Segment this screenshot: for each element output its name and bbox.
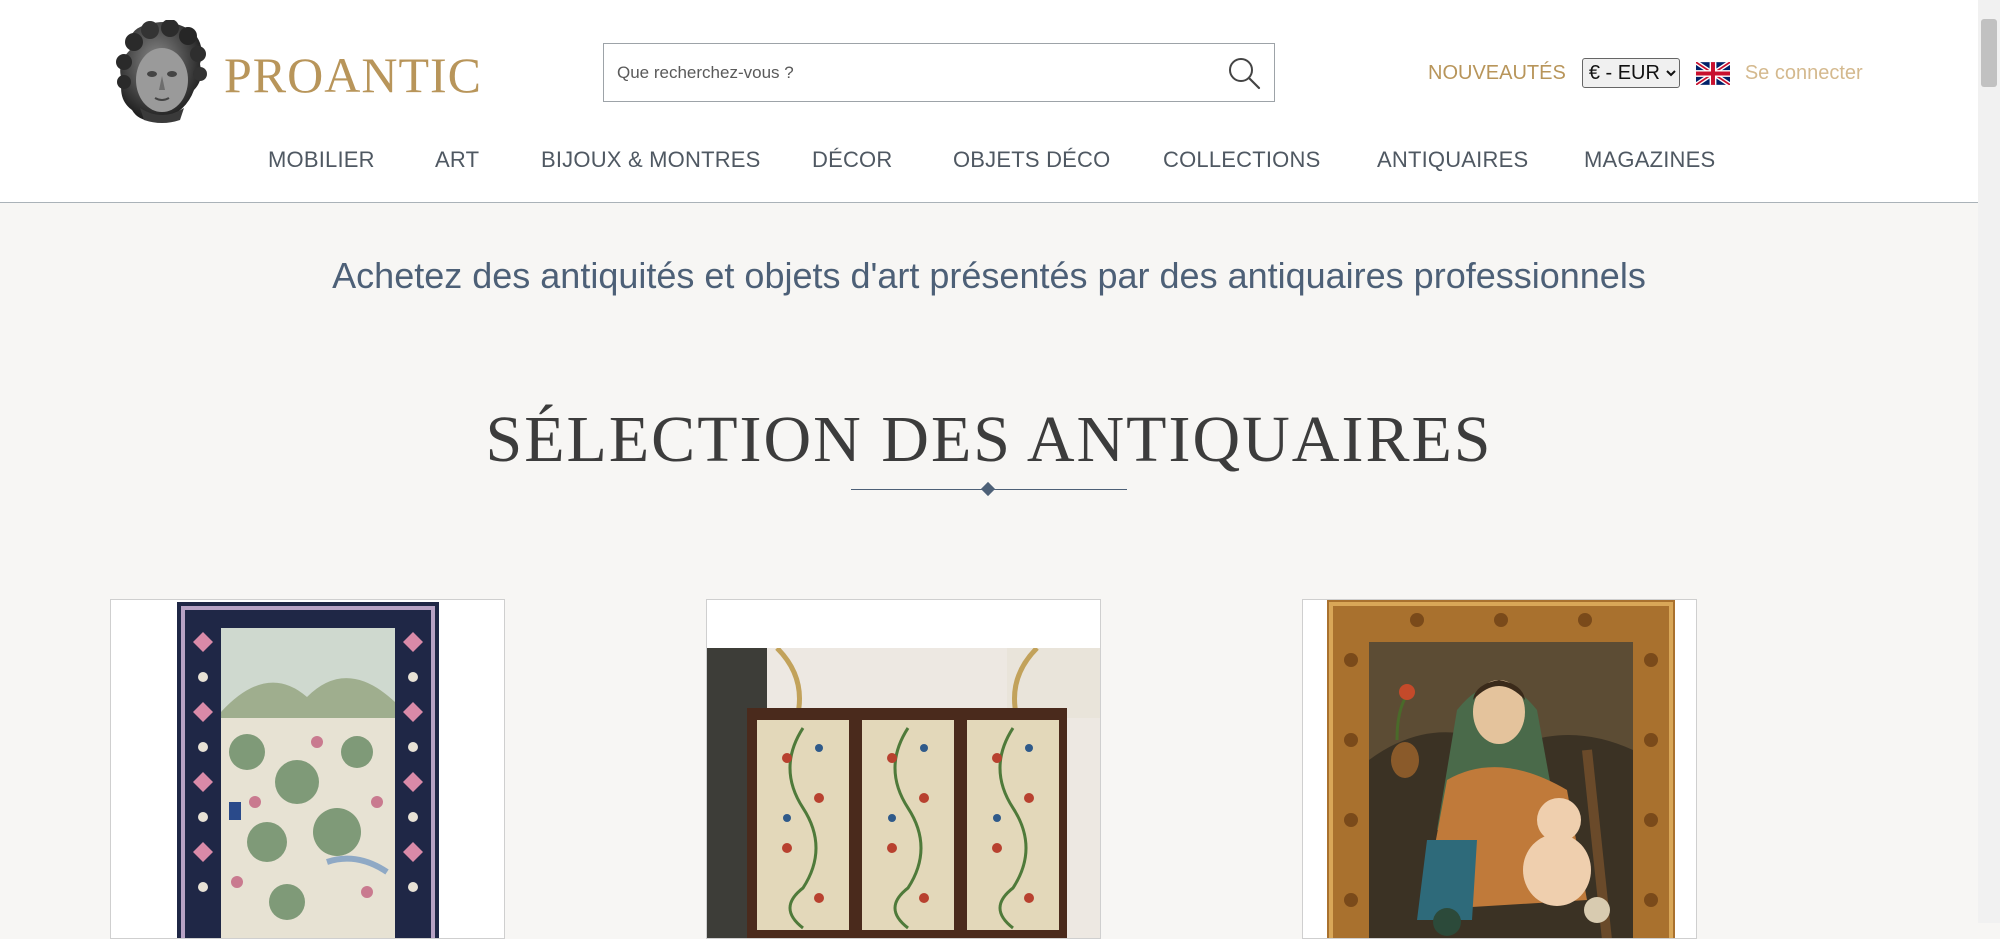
header-actions: NOUVEAUTÉS € - EUR Se connecter [1428, 56, 1863, 90]
currency-select[interactable]: € - EUR [1581, 58, 1680, 88]
login-link[interactable]: Se connecter [1745, 62, 1863, 85]
site-logo[interactable]: PROANTIC [110, 20, 481, 126]
embroidered-screen-image[interactable] [707, 648, 1101, 939]
nav-item-objets-deco[interactable]: OBJETS DÉCO [953, 147, 1110, 173]
search-icon[interactable] [1226, 55, 1262, 91]
scrollbar-thumb[interactable] [1981, 19, 1997, 87]
title-divider-diamond [980, 481, 996, 497]
madonna-painting-image[interactable] [1327, 600, 1675, 939]
main-navigation: MOBILIER ART BIJOUX & MONTRES DÉCOR OBJE… [0, 147, 1978, 179]
page-scrollbar[interactable] [1978, 0, 2000, 923]
nav-item-collections[interactable]: COLLECTIONS [1163, 147, 1320, 173]
nav-item-art[interactable]: ART [435, 147, 479, 173]
product-card[interactable] [1302, 599, 1697, 939]
nouveautes-link[interactable]: NOUVEAUTÉS [1428, 62, 1566, 85]
search-input[interactable] [604, 44, 1204, 101]
page-tagline: Achetez des antiquités et objets d'art p… [332, 255, 1646, 296]
product-card[interactable] [110, 599, 505, 939]
nav-item-bijoux-montres[interactable]: BIJOUX & MONTRES [541, 147, 761, 173]
section-title: SÉLECTION DES ANTIQUAIRES [485, 403, 1493, 476]
search-bar [603, 43, 1275, 102]
nav-item-decor[interactable]: DÉCOR [812, 147, 892, 173]
nav-item-mobilier[interactable]: MOBILIER [268, 147, 375, 173]
sculpted-head-icon [116, 20, 207, 123]
brand-name: PROANTIC [224, 47, 483, 103]
persian-rug-image[interactable] [177, 602, 439, 939]
site-header: PROANTIC NOUVEAUTÉS € - EUR Se connecter… [0, 0, 1978, 203]
nav-item-antiquaires[interactable]: ANTIQUAIRES [1377, 147, 1528, 173]
product-card[interactable] [706, 599, 1101, 939]
uk-flag-icon[interactable] [1695, 61, 1730, 85]
nav-item-magazines[interactable]: MAGAZINES [1584, 147, 1715, 173]
